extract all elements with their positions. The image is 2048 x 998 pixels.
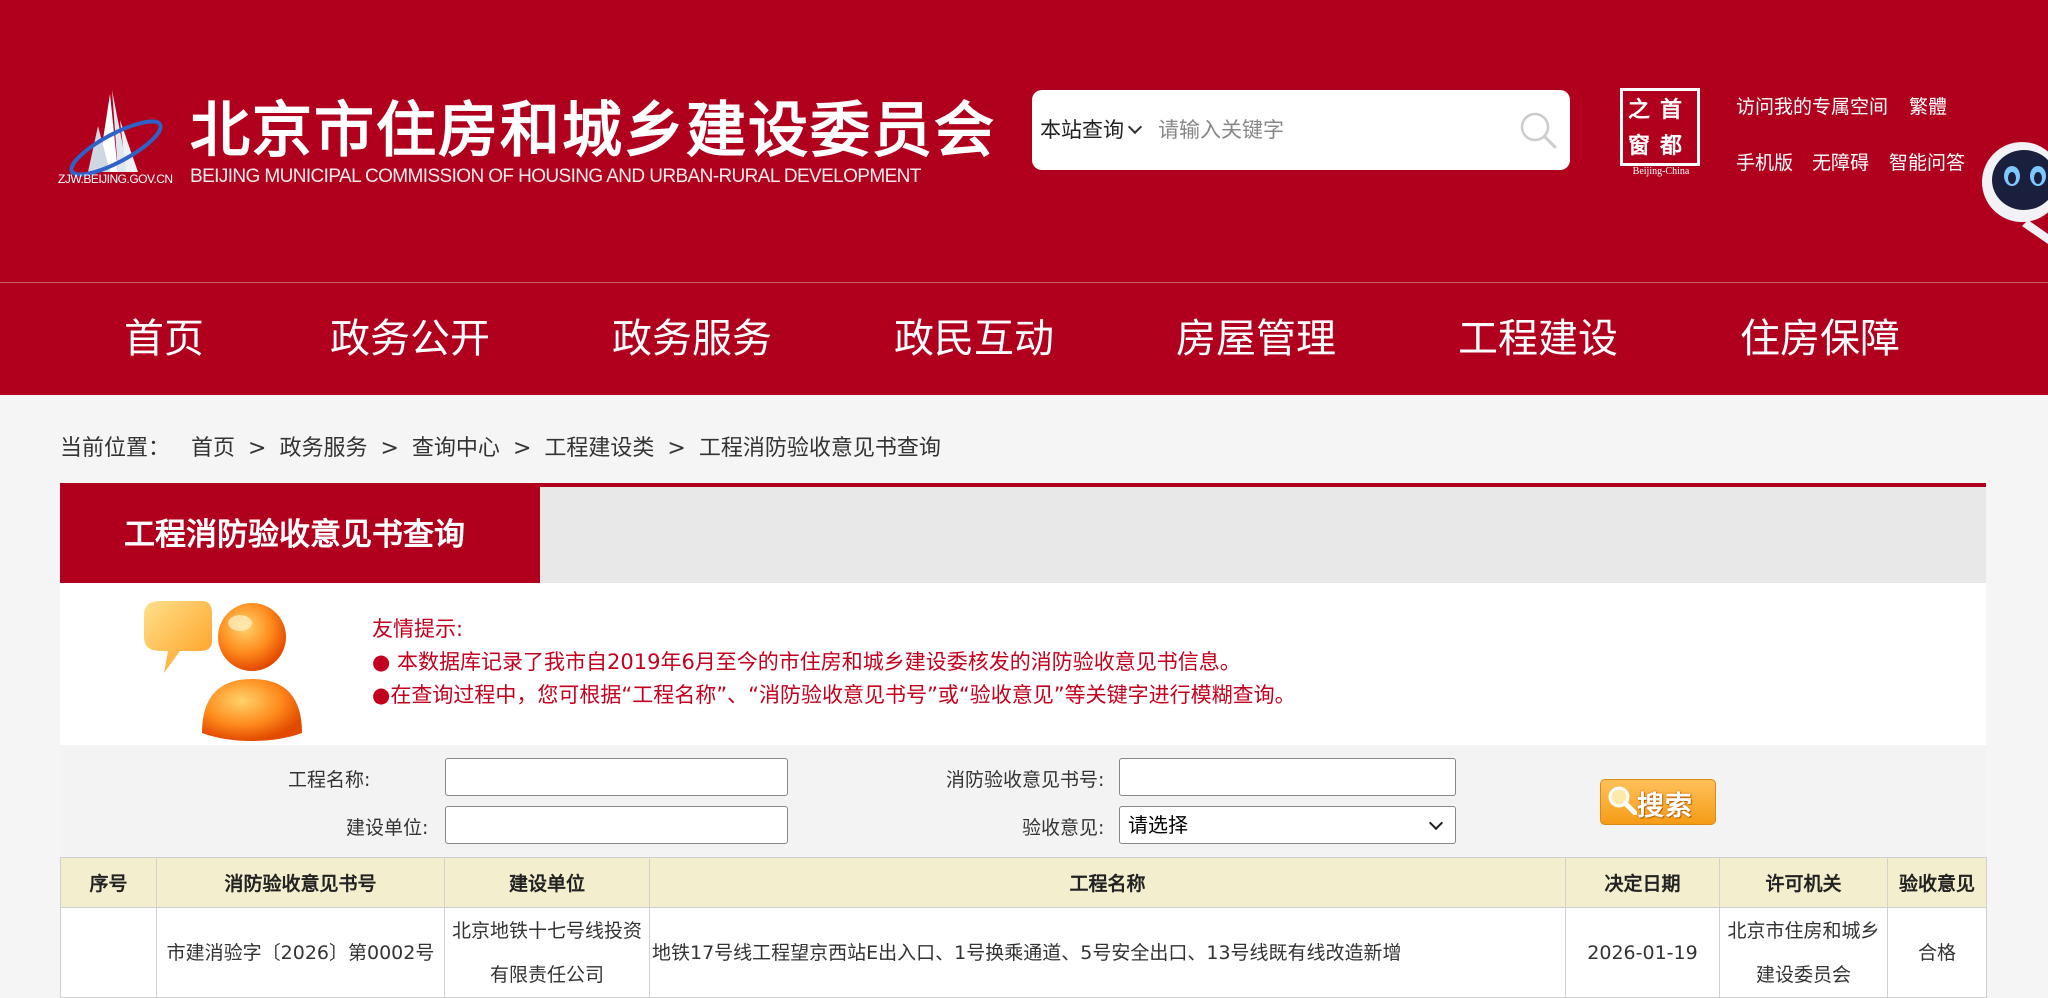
assistant-robot-icon[interactable] <box>1972 134 2048 244</box>
traditional-chinese-link[interactable]: 繁體 <box>1909 92 1947 119</box>
acceptance-opinion-selected: 请选择 <box>1128 813 1188 837</box>
breadcrumb-separator: > <box>248 436 267 461</box>
chevron-down-icon <box>1127 119 1143 135</box>
breadcrumb-separator: > <box>667 436 686 461</box>
breadcrumb-item-gov-services[interactable]: 政务服务 <box>279 430 367 462</box>
nav-item-housing-security[interactable]: 住房保障 <box>1740 283 1900 395</box>
nav-item-housing-management[interactable]: 房屋管理 <box>1176 283 1336 395</box>
cell-opinion-no: 市建消验字〔2026〕第0002号 <box>156 907 445 998</box>
site-search-input[interactable] <box>1158 108 1488 152</box>
smart-qa-link[interactable]: 智能问答 <box>1889 148 1965 175</box>
tips-heading: 友情提示: <box>372 617 464 641</box>
site-search-box: 本站查询 <box>1032 90 1570 170</box>
search-button[interactable]: 搜索 <box>1600 779 1716 825</box>
opinion-number-label: 消防验收意见书号: <box>946 769 1105 791</box>
tips-box: 友情提示: ● 本数据库记录了我市自2019年6月至今的市住房和城乡建设委核发的… <box>60 583 1986 745</box>
capital-window-char: 窗 <box>1628 134 1651 159</box>
table-row[interactable]: 市建消验字〔2026〕第0002号 北京地铁十七号线投资有限责任公司 地铁17号… <box>60 907 1987 998</box>
site-header: ZJW.BEIJING.GOV.CN 北京市住房和城乡建设委员会 BEIJING… <box>0 0 2048 283</box>
table-header-row: 序号 消防验收意见书号 建设单位 工程名称 决定日期 许可机关 验收意见 <box>60 857 1987 908</box>
capital-window-en: Beijing-China <box>1632 166 1690 177</box>
column-header-date: 决定日期 <box>1565 857 1720 908</box>
site-title[interactable]: 北京市住房和城乡建设委员会 <box>190 82 996 169</box>
capital-window-char: 之 <box>1628 98 1651 123</box>
tips-line: ●在查询过程中，您可根据“工程名称”、“消防验收意见书号”或“验收意见”等关键字… <box>372 683 1296 707</box>
capital-window-logo[interactable]: 首 之 都 窗 Beijing-China <box>1618 88 1704 180</box>
cell-builder: 北京地铁十七号线投资有限责任公司 <box>444 907 650 998</box>
nav-item-home[interactable]: 首页 <box>124 283 204 395</box>
breadcrumb-separator: > <box>512 436 532 461</box>
my-space-link[interactable]: 访问我的专属空间 <box>1736 92 1888 119</box>
nav-item-interaction[interactable]: 政民互动 <box>894 283 1054 395</box>
mobile-version-link[interactable]: 手机版 <box>1736 148 1793 175</box>
column-header-result: 验收意见 <box>1887 857 1987 908</box>
column-header-opinion-no: 消防验收意见书号 <box>156 857 445 908</box>
main-nav: 首页 政务公开 政务服务 政民互动 房屋管理 工程建设 住房保障 <box>0 283 2048 395</box>
nav-item-gov-affairs-open[interactable]: 政务公开 <box>330 283 490 395</box>
search-scope-dropdown[interactable]: 本站查询 <box>1040 90 1143 170</box>
search-scope-label: 本站查询 <box>1040 118 1124 142</box>
capital-window-char: 都 <box>1660 134 1683 159</box>
column-header-authority: 许可机关 <box>1719 857 1888 908</box>
breadcrumb-separator: > <box>380 436 399 461</box>
magnifier-icon <box>1608 786 1637 815</box>
search-button-label: 搜索 <box>1637 791 1693 822</box>
acceptance-opinion-select[interactable]: 请选择 <box>1119 806 1456 844</box>
logo-url-text: ZJW.BEIJING.GOV.CN <box>58 172 173 186</box>
cell-result: 合格 <box>1887 907 1987 998</box>
query-form: 工程名称: 消防验收意见书号: 建设单位: 验收意见: 请选择 搜索 <box>60 745 1986 857</box>
column-header-seq: 序号 <box>60 857 157 908</box>
breadcrumb-item-construction[interactable]: 工程建设类 <box>544 430 654 462</box>
panel-header-bg <box>540 487 1986 583</box>
search-icon[interactable] <box>1518 110 1558 150</box>
breadcrumb: 当前位置： 首页 > 政务服务 > 查询中心 > 工程建设类 > 工程消防验收意… <box>60 430 941 462</box>
cell-project: 地铁17号线工程望京西站E出入口、1号换乘通道、5号安全出口、13号线既有线改造… <box>649 907 1566 998</box>
site-subtitle: BEIJING MUNICIPAL COMMISSION OF HOUSING … <box>190 166 921 187</box>
results-table: 序号 消防验收意见书号 建设单位 工程名称 决定日期 许可机关 验收意见 市建消… <box>60 857 1987 998</box>
builder-label: 建设单位: <box>346 817 429 839</box>
tips-line: ● 本数据库记录了我市自2019年6月至今的市住房和城乡建设委核发的消防验收意见… <box>372 650 1241 674</box>
acceptance-opinion-label: 验收意见: <box>1022 817 1105 839</box>
nav-item-construction[interactable]: 工程建设 <box>1458 283 1618 395</box>
chevron-down-icon <box>1428 815 1444 831</box>
tips-text: 友情提示: ● 本数据库记录了我市自2019年6月至今的市住房和城乡建设委核发的… <box>372 613 1296 712</box>
column-header-project: 工程名称 <box>649 857 1566 908</box>
breadcrumb-item-home[interactable]: 首页 <box>191 430 235 462</box>
breadcrumb-item-current[interactable]: 工程消防验收意见书查询 <box>699 430 941 462</box>
project-name-input[interactable] <box>445 758 788 796</box>
nav-item-gov-services[interactable]: 政务服务 <box>612 283 772 395</box>
accessibility-link[interactable]: 无障碍 <box>1812 148 1869 175</box>
user-chat-icon <box>144 601 302 741</box>
breadcrumb-label: 当前位置： <box>60 436 171 461</box>
breadcrumb-item-query-center[interactable]: 查询中心 <box>412 430 500 462</box>
project-name-label: 工程名称: <box>288 769 371 791</box>
column-header-builder: 建设单位 <box>444 857 650 908</box>
opinion-number-input[interactable] <box>1119 758 1456 796</box>
builder-input[interactable] <box>445 806 788 844</box>
capital-window-char: 首 <box>1660 98 1683 123</box>
panel-title: 工程消防验收意见书查询 <box>60 487 540 583</box>
cell-date: 2026-01-19 <box>1565 907 1720 998</box>
cell-authority: 北京市住房和城乡建设委员会 <box>1719 907 1888 998</box>
cell-seq <box>60 907 157 998</box>
